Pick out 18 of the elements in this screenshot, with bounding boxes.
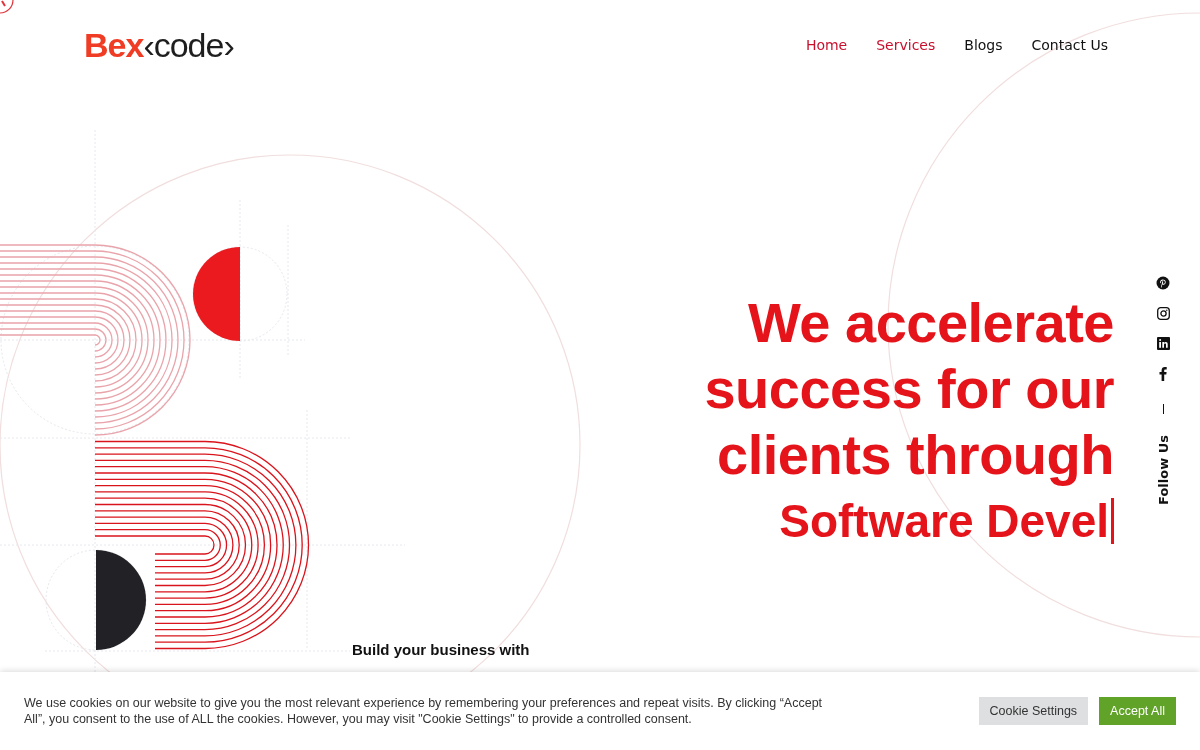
headline-line: success for our [704, 356, 1114, 422]
logo[interactable]: Bex‹code› [84, 28, 234, 62]
linkedin-icon[interactable] [1156, 337, 1170, 350]
nav-link[interactable]: Contact Us [1031, 37, 1108, 53]
pinterest-icon[interactable] [1156, 276, 1170, 290]
nav-link[interactable]: Services [876, 37, 936, 53]
follow-us-label: Follow Us [1155, 435, 1171, 505]
facebook-icon[interactable] [1159, 367, 1167, 381]
headline-line: clients through [717, 422, 1114, 488]
typed-text: Software Devel [779, 494, 1109, 549]
nav-link[interactable]: Blogs [964, 37, 1003, 53]
text-cursor [1111, 498, 1114, 544]
instagram-icon[interactable] [1156, 307, 1170, 320]
headline-line: We accelerate [747, 290, 1114, 356]
cookie-settings-button[interactable]: Cookie Settings [978, 697, 1089, 725]
nav-link[interactable]: Home [805, 37, 848, 53]
intro-text: Build your business with [352, 641, 531, 658]
cookie-message: We use cookies on our website to give you the most relevant experience by remembering your preferences and repeat visits. By clicking “Accept All”, you consent to the use of ALL the cookies. However, you may visit "Cookie Settings" to provide a controlled consent. [24, 695, 824, 727]
